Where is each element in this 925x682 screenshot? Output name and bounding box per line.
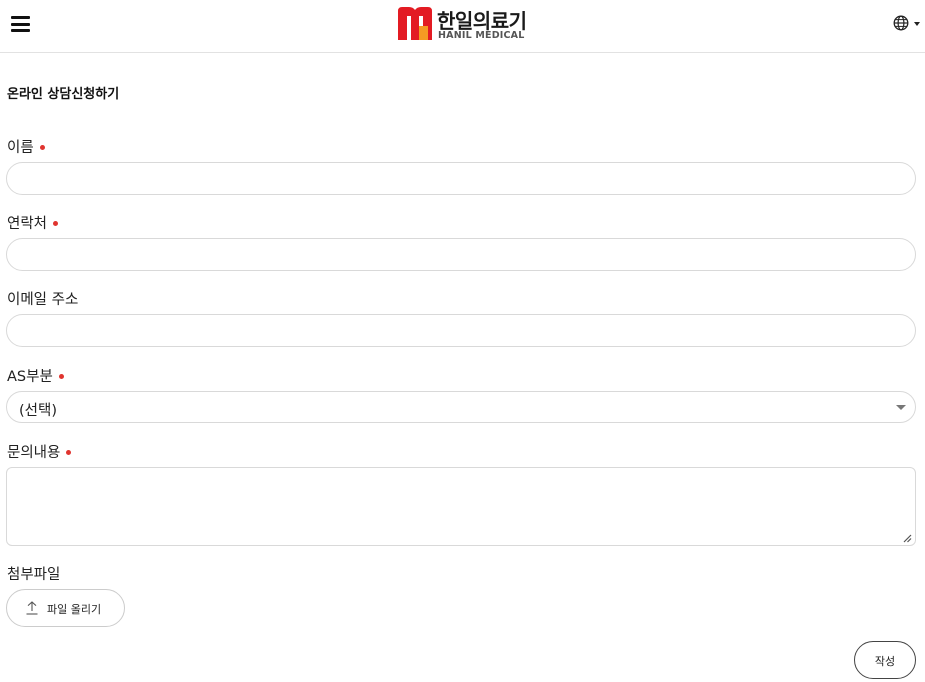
- required-indicator: [66, 449, 72, 455]
- select-value: (선택): [19, 403, 57, 419]
- logo-mark-icon: [398, 7, 432, 40]
- submit-button-label: 작성: [874, 655, 896, 668]
- phone-label: 연락처: [7, 212, 59, 233]
- name-input[interactable]: [6, 162, 916, 195]
- email-input[interactable]: [6, 314, 916, 347]
- site-header: 한일의료기 HANIL MEDICAL: [0, 0, 925, 53]
- inquiry-label: 문의내용: [7, 441, 72, 462]
- resize-handle-icon[interactable]: [902, 533, 912, 543]
- attachment-label: 첨부파일: [7, 567, 61, 583]
- phone-input[interactable]: [6, 238, 916, 271]
- globe-icon: [893, 15, 909, 31]
- inquiry-textarea[interactable]: [6, 467, 916, 546]
- required-indicator: [39, 144, 45, 150]
- logo[interactable]: 한일의료기 HANIL MEDICAL: [397, 6, 529, 42]
- upload-button-label: 파일 올리기: [47, 603, 102, 616]
- required-indicator: [58, 373, 64, 379]
- logo-english-text: HANIL MEDICAL: [438, 30, 525, 41]
- upload-icon: [26, 601, 38, 615]
- as-category-label: AS부분: [7, 365, 64, 386]
- submit-button[interactable]: 작성: [854, 641, 916, 679]
- as-category-select[interactable]: (선택): [6, 391, 916, 423]
- chevron-down-icon: [896, 405, 906, 410]
- upload-file-button[interactable]: 파일 올리기: [6, 589, 125, 627]
- page-title: 온라인 상담신청하기: [7, 87, 120, 102]
- required-indicator: [53, 220, 59, 226]
- email-label: 이메일 주소: [7, 292, 79, 308]
- name-label: 이름: [7, 136, 45, 157]
- language-selector[interactable]: [893, 14, 921, 34]
- hamburger-menu-icon[interactable]: [11, 16, 30, 32]
- chevron-down-icon: [914, 22, 920, 26]
